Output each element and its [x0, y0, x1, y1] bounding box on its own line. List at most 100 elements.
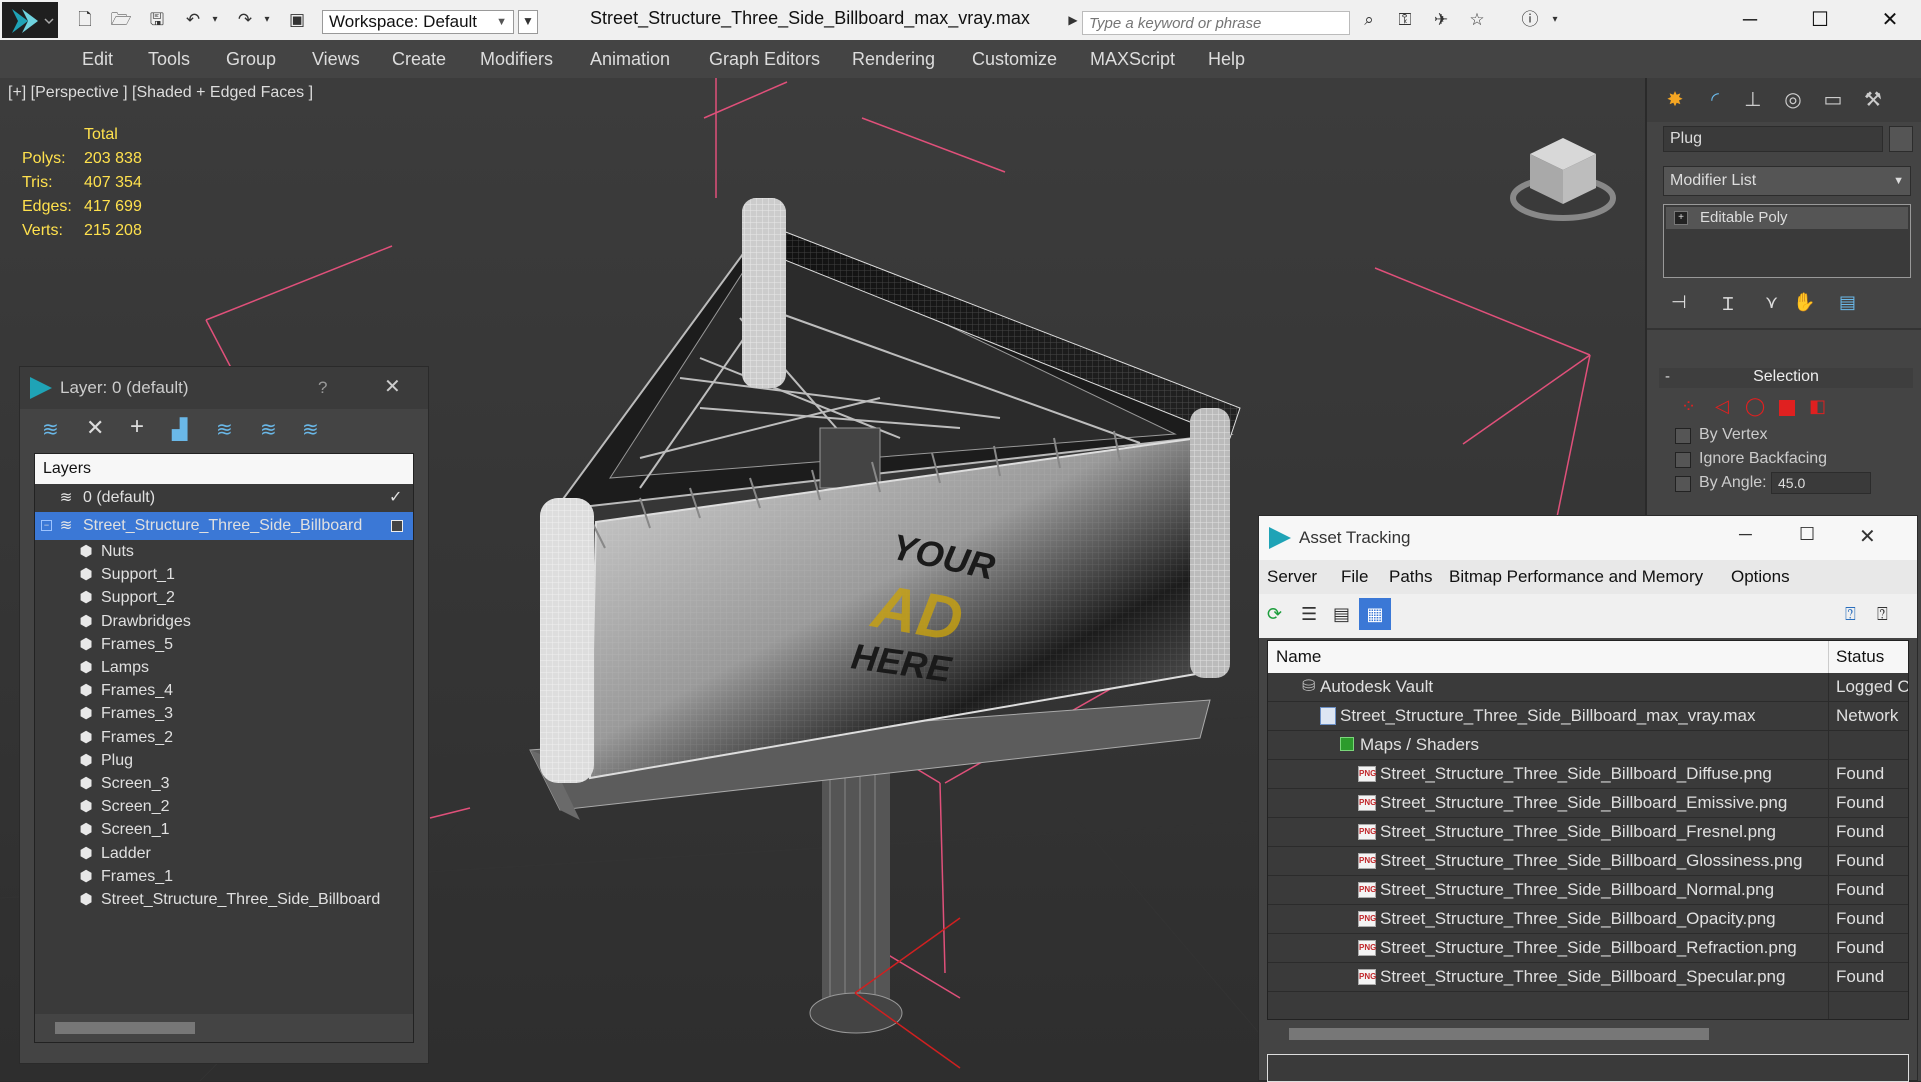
- menu-help[interactable]: Help: [1208, 49, 1245, 70]
- help-button[interactable]: ?: [318, 378, 327, 398]
- layer-object-row[interactable]: ⬢ Street_Structure_Three_Side_Billboard: [35, 888, 413, 911]
- utilities-tab-icon[interactable]: ⚒: [1857, 84, 1889, 116]
- polygon-mode-icon[interactable]: [1779, 400, 1795, 416]
- menu-create[interactable]: Create: [392, 49, 446, 70]
- help-dropdown-icon[interactable]: ▾: [1544, 10, 1566, 30]
- close-icon[interactable]: ✕: [384, 374, 401, 399]
- layers-column-header[interactable]: Layers: [35, 454, 413, 484]
- element-mode-icon[interactable]: ◧: [1809, 396, 1826, 417]
- hierarchy-tab-icon[interactable]: ⊥: [1737, 84, 1769, 116]
- layer-object-row[interactable]: ⬢ Frames_4: [35, 679, 413, 702]
- workspace-menu-icon[interactable]: ▼: [518, 10, 538, 34]
- object-name-field[interactable]: Plug: [1663, 126, 1883, 152]
- asset-file-row[interactable]: PNG Street_Structure_Three_Side_Billboard…: [1268, 847, 1908, 876]
- help-server-icon[interactable]: ⍰: [1845, 604, 1856, 625]
- maximize-button[interactable]: ☐: [1800, 6, 1840, 34]
- selection-rollout-header[interactable]: - Selection: [1659, 368, 1913, 388]
- modify-tab-icon[interactable]: ◜: [1699, 84, 1731, 116]
- layer-window-header[interactable]: Layer: 0 (default) ? ✕: [20, 367, 428, 409]
- menu-maxscript[interactable]: MAXScript: [1090, 49, 1175, 70]
- layer-object-row[interactable]: ⬢ Drawbridges: [35, 610, 413, 633]
- delete-layer-icon[interactable]: ✕: [86, 415, 104, 441]
- asset-row-max-file[interactable]: Street_Structure_Three_Side_Billboard_ma…: [1268, 702, 1908, 731]
- highlight-layer-icon[interactable]: ≋: [216, 417, 233, 442]
- new-file-icon[interactable]: 🗋: [74, 10, 96, 30]
- menu-customize[interactable]: Customize: [972, 49, 1057, 70]
- by-angle-spinner[interactable]: 45.0: [1771, 472, 1871, 494]
- vertex-mode-icon[interactable]: ⁘: [1681, 396, 1696, 417]
- close-button[interactable]: ✕: [1859, 524, 1876, 549]
- search-input[interactable]: [1082, 11, 1350, 35]
- asset-path-field[interactable]: [1267, 1054, 1909, 1082]
- by-angle-checkbox[interactable]: [1675, 476, 1691, 492]
- menu-modifiers[interactable]: Modifiers: [480, 49, 553, 70]
- expand-plus-icon[interactable]: +: [1674, 211, 1688, 225]
- layer-object-row[interactable]: ⬢ Screen_3: [35, 772, 413, 795]
- asset-file-row[interactable]: PNG Street_Structure_Three_Side_Billboard…: [1268, 818, 1908, 847]
- modifier-list-dropdown[interactable]: Modifier List ▼: [1663, 166, 1911, 196]
- asset-file-row[interactable]: PNG Street_Structure_Three_Side_Billboard…: [1268, 789, 1908, 818]
- layer-object-row[interactable]: ⬢ Screen_1: [35, 818, 413, 841]
- select-objects-icon[interactable]: ▟: [172, 417, 187, 442]
- undo-icon[interactable]: ↶: [182, 10, 204, 30]
- freeze-all-layers-icon[interactable]: ≋: [302, 417, 319, 442]
- layer-object-row[interactable]: ⬢ Frames_2: [35, 726, 413, 749]
- make-active-box[interactable]: [391, 520, 403, 532]
- maximize-button[interactable]: ☐: [1799, 524, 1815, 545]
- layer-tree-hscroll-thumb[interactable]: [55, 1022, 195, 1034]
- menu-views[interactable]: Views: [312, 49, 360, 70]
- close-button[interactable]: ✕: [1870, 6, 1910, 34]
- edge-mode-icon[interactable]: ◁: [1715, 396, 1729, 417]
- layer-object-row[interactable]: ⬢ Ladder: [35, 842, 413, 865]
- menu-animation[interactable]: Animation: [590, 49, 670, 70]
- table-view-icon[interactable]: ▦: [1359, 598, 1391, 630]
- menu-tools[interactable]: Tools: [148, 49, 190, 70]
- configure-sets-icon[interactable]: ▤: [1839, 292, 1856, 313]
- menu-options[interactable]: Options: [1731, 567, 1790, 587]
- asset-file-row[interactable]: PNG Street_Structure_Three_Side_Billboard…: [1268, 934, 1908, 963]
- ignore-backfacing-checkbox[interactable]: [1675, 452, 1691, 468]
- help-icon[interactable]: ⍰: [1877, 604, 1888, 625]
- expand-search-icon[interactable]: ▶: [1062, 10, 1084, 30]
- layer-object-row[interactable]: ⬢ Frames_5: [35, 633, 413, 656]
- viewport-label-menu[interactable]: [+] [Perspective ] [Shaded + Edged Faces…: [8, 84, 313, 102]
- menu-edit[interactable]: Edit: [82, 49, 113, 70]
- border-mode-icon[interactable]: ◯: [1745, 396, 1765, 417]
- layer-object-row[interactable]: ⬢ Nuts: [35, 540, 413, 563]
- favorites-star-icon[interactable]: ☆: [1466, 10, 1488, 30]
- app-logo-button[interactable]: [2, 2, 58, 38]
- layer-row-billboard[interactable]: − ≋ Street_Structure_Three_Side_Billboar…: [35, 512, 413, 540]
- refresh-icon[interactable]: ⟳: [1267, 604, 1282, 625]
- menu-graph-editors[interactable]: Graph Editors: [709, 49, 820, 70]
- status-column-header[interactable]: Status: [1836, 641, 1884, 673]
- layer-object-row[interactable]: ⬢ Screen_2: [35, 795, 413, 818]
- project-folder-icon[interactable]: ▣: [286, 10, 308, 30]
- active-layer-check-icon[interactable]: ✓: [389, 484, 402, 512]
- show-end-result-icon[interactable]: Ɪ: [1723, 292, 1733, 316]
- motion-tab-icon[interactable]: ◎: [1777, 84, 1809, 116]
- asset-file-row[interactable]: PNG Street_Structure_Three_Side_Billboard…: [1268, 760, 1908, 789]
- asset-file-row[interactable]: PNG Street_Structure_Three_Side_Billboard…: [1268, 963, 1908, 992]
- minimize-button[interactable]: ─: [1739, 524, 1752, 545]
- layer-object-row[interactable]: ⬢ Frames_1: [35, 865, 413, 888]
- display-tab-icon[interactable]: ▭: [1817, 84, 1849, 116]
- menu-bitmap-performance[interactable]: Bitmap Performance and Memory: [1449, 567, 1703, 587]
- menu-rendering[interactable]: Rendering: [852, 49, 935, 70]
- asset-hscroll-thumb[interactable]: [1289, 1028, 1709, 1040]
- layer-object-row[interactable]: ⬢ Support_2: [35, 586, 413, 609]
- communication-icon[interactable]: ✈: [1430, 10, 1452, 30]
- create-tab-icon[interactable]: ✸: [1659, 84, 1691, 116]
- help-icon[interactable]: ⓘ: [1516, 10, 1544, 30]
- by-vertex-checkbox[interactable]: [1675, 428, 1691, 444]
- layer-row-default[interactable]: ≋ 0 (default) ✓: [35, 484, 413, 512]
- new-layer-icon[interactable]: ≋: [42, 417, 59, 442]
- asset-row-vault[interactable]: ⛁ Autodesk Vault Logged Out: [1268, 673, 1908, 702]
- open-file-icon[interactable]: 🗁: [110, 10, 132, 30]
- asset-window-header[interactable]: Asset Tracking ─ ☐ ✕: [1259, 516, 1917, 560]
- save-file-icon[interactable]: 🖫: [146, 10, 168, 30]
- asset-file-row[interactable]: PNG Street_Structure_Three_Side_Billboard…: [1268, 905, 1908, 934]
- menu-server[interactable]: Server: [1267, 567, 1317, 587]
- redo-icon[interactable]: ↷: [234, 10, 256, 30]
- layer-object-row[interactable]: ⬢ Plug: [35, 749, 413, 772]
- layer-object-row[interactable]: ⬢ Frames_3: [35, 702, 413, 725]
